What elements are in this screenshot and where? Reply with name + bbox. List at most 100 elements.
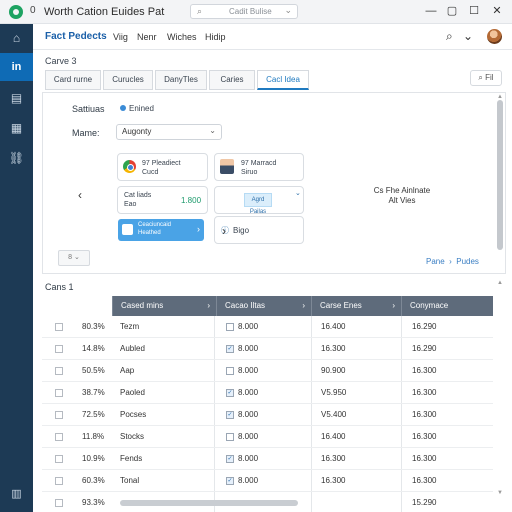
nav-item[interactable]: Wiches xyxy=(167,32,197,42)
value-checkbox[interactable]: ✓ xyxy=(226,389,234,397)
card-subtitle: Siruo xyxy=(241,169,258,176)
home-icon[interactable]: ⌂ xyxy=(0,24,33,52)
chevron-down-icon: ⌄ xyxy=(209,126,216,135)
table-row[interactable]: 11.8% Stocks 8.000 16.400 16.300 xyxy=(42,426,493,448)
person-card[interactable]: 97 Marracd Siruo xyxy=(214,153,304,181)
chevron-down-icon[interactable]: ⌄ xyxy=(463,29,473,43)
page-size-select[interactable]: 8 ⌄ xyxy=(58,250,90,266)
nav-item[interactable]: Nenr xyxy=(137,32,157,42)
row-checkbox[interactable] xyxy=(55,411,63,419)
row-checkbox[interactable] xyxy=(55,389,63,397)
brand-label[interactable]: Fact Pedects xyxy=(45,31,107,42)
table-row[interactable]: 72.5% Pocses ✓ 8.000 V5.400 16.300 xyxy=(42,404,493,426)
search-input[interactable]: ⌕ Cadit Bulise ⌄ xyxy=(190,4,298,19)
value-checkbox[interactable] xyxy=(226,323,234,331)
value-checkbox[interactable] xyxy=(226,367,234,375)
table-row[interactable]: 38.7% Paoled ✓ 8.000 V5.950 16.300 xyxy=(42,382,493,404)
tab-card-rurne[interactable]: Card rurne xyxy=(45,70,101,90)
row-value: V5.400 xyxy=(321,410,347,419)
chevron-down-icon[interactable]: ⌄ xyxy=(284,5,292,16)
name-select-value: Augonty xyxy=(122,127,152,136)
value-checkbox[interactable]: ✓ xyxy=(226,477,234,485)
back-button[interactable]: 0 xyxy=(30,5,36,16)
info-card[interactable]: ⓘ Bigo xyxy=(214,216,304,244)
row-checkbox[interactable] xyxy=(55,433,63,441)
table-row[interactable]: 10.9% Fends ✓ 8.000 16.300 16.300 xyxy=(42,448,493,470)
column-header[interactable]: Carse Enes › xyxy=(311,296,401,316)
row-checkbox[interactable] xyxy=(55,323,63,331)
pager[interactable]: Pane › Pudes xyxy=(426,257,479,266)
tile-subtitle: Heathed xyxy=(138,230,161,236)
row-value: 15.290 xyxy=(412,498,437,507)
name-select[interactable]: Augonty ⌄ xyxy=(116,124,222,140)
browser-card[interactable]: 97 Pleadiect Cucd xyxy=(117,153,208,181)
filter-button[interactable]: ⌕ Fil xyxy=(470,70,502,86)
avatar[interactable] xyxy=(487,29,502,44)
person-icon xyxy=(220,159,234,174)
row-value: 8.000 xyxy=(238,432,259,441)
row-checkbox[interactable] xyxy=(55,455,63,463)
pager-label: Pane xyxy=(426,257,445,266)
info-chip: Agrd Pailas xyxy=(244,193,272,215)
row-value: 16.300 xyxy=(412,410,437,419)
row-name: Pocses xyxy=(120,410,147,419)
restore-button[interactable]: ▢ xyxy=(444,3,460,19)
value-checkbox[interactable]: ✓ xyxy=(226,345,234,353)
close-button[interactable]: ✕ xyxy=(489,3,505,19)
minimize-button[interactable]: — xyxy=(423,3,439,19)
row-percent: 10.9% xyxy=(82,454,105,463)
row-value: 16.290 xyxy=(412,344,437,353)
scroll-up-icon[interactable]: ▲ xyxy=(497,94,503,100)
horizontal-scrollbar[interactable] xyxy=(120,500,298,506)
column-header[interactable]: Conymace xyxy=(401,296,493,316)
title-bar: 0 Worth Cation Euides Pat ⌕ Cadit Bulise… xyxy=(0,0,512,24)
row-value: 16.300 xyxy=(321,476,346,485)
row-name: Stocks xyxy=(120,432,145,441)
sidebar-item-in[interactable]: in xyxy=(0,53,33,81)
value-checkbox[interactable]: ✓ xyxy=(226,455,234,463)
table-row[interactable]: 50.5% Aap 8.000 90.900 16.300 xyxy=(42,360,493,382)
column-header[interactable]: Cased mins › xyxy=(112,296,216,316)
row-value: 16.290 xyxy=(412,322,437,331)
maximize-button[interactable]: ☐ xyxy=(466,3,482,19)
row-value: 16.300 xyxy=(321,454,346,463)
side-note: Cs Fhe Ainlnate Alt Vies xyxy=(372,186,432,206)
row-checkbox[interactable] xyxy=(55,345,63,353)
value-card[interactable]: Cat liads Eao 1.800 xyxy=(117,186,208,214)
row-checkbox[interactable] xyxy=(55,367,63,375)
value-checkbox[interactable] xyxy=(226,433,234,441)
link-icon[interactable]: ⛓ xyxy=(0,144,33,172)
chevron-right-icon: › xyxy=(392,301,395,310)
doc-icon[interactable]: ▦ xyxy=(0,114,33,142)
table-row[interactable]: 14.8% Aubled ✓ 8.000 16.300 16.290 xyxy=(42,338,493,360)
row-value: 16.400 xyxy=(321,432,346,441)
value-checkbox[interactable]: ✓ xyxy=(226,411,234,419)
scroll-up-icon[interactable]: ▲ xyxy=(497,280,503,286)
tab-cacl-idea[interactable]: Cacl Idea xyxy=(257,70,309,90)
row-percent: 14.8% xyxy=(82,344,105,353)
table-row[interactable]: 60.3% Tonal ✓ 8.000 16.300 16.300 xyxy=(42,470,493,492)
status-badge: Enined xyxy=(120,104,154,113)
row-checkbox[interactable] xyxy=(55,499,63,507)
table-row[interactable]: 80.3% Tezm 8.000 16.400 16.290 xyxy=(42,316,493,338)
row-checkbox[interactable] xyxy=(55,477,63,485)
row-percent: 38.7% xyxy=(82,388,105,397)
clipboard-icon[interactable]: ▥ xyxy=(0,487,33,500)
chevron-right-icon[interactable]: › xyxy=(222,224,226,238)
tab-curucles[interactable]: Curucles xyxy=(103,70,153,90)
chevron-right-icon: › xyxy=(207,301,210,310)
action-tile[interactable]: Ceaciuncaid Heathed › xyxy=(118,219,204,241)
list-icon[interactable]: ▤ xyxy=(0,84,33,112)
vertical-scrollbar[interactable] xyxy=(497,100,503,250)
chevron-left-icon[interactable]: ‹ xyxy=(78,188,82,202)
nav-item[interactable]: Viig xyxy=(113,32,128,42)
search-icon[interactable]: ⌕ xyxy=(446,29,453,44)
row-value: 16.300 xyxy=(412,366,437,375)
scroll-down-icon[interactable]: ▼ xyxy=(497,490,503,496)
column-header[interactable]: Cacao Iltas › xyxy=(216,296,311,316)
tab-danytles[interactable]: DanyTles xyxy=(155,70,207,90)
tile-title: Ceaciuncaid xyxy=(138,222,172,228)
tab-caries[interactable]: Caries xyxy=(209,70,255,90)
nav-item[interactable]: Hidip xyxy=(205,32,226,42)
card-subtitle: Cucd xyxy=(142,169,159,176)
